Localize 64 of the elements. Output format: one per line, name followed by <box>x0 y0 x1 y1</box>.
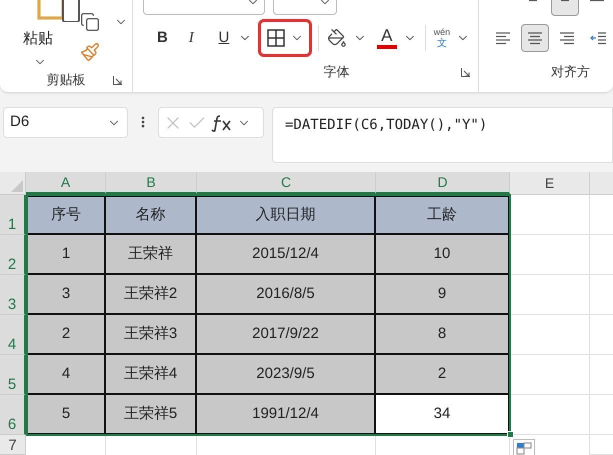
grid-cell[interactable] <box>510 235 590 275</box>
column-header[interactable]: B <box>106 172 197 194</box>
table-cell[interactable]: 名称 <box>106 195 197 235</box>
table-cell[interactable]: 4 <box>26 355 106 395</box>
table-cell[interactable]: 王荣祥3 <box>106 315 197 355</box>
copy-icon[interactable] <box>80 12 100 32</box>
font-color-button[interactable]: A <box>376 27 397 49</box>
group-label: 字体 <box>324 63 350 82</box>
phonetic-button[interactable]: wén 文 <box>434 27 450 49</box>
insert-function-icon[interactable] <box>211 114 233 132</box>
format-painter-icon[interactable] <box>80 42 100 62</box>
column-header[interactable]: C <box>197 172 376 194</box>
paste-label[interactable]: 粘贴 <box>23 28 53 50</box>
row-header[interactable]: 7 <box>0 435 26 455</box>
table-cell[interactable]: 序号 <box>26 195 106 235</box>
table-cell[interactable]: 王荣祥 <box>106 235 197 275</box>
paste-icon[interactable] <box>37 0 83 22</box>
table-cell[interactable]: 2015/12/4 <box>197 235 376 275</box>
row-header[interactable]: 6 <box>0 395 26 435</box>
table-cell[interactable]: 3 <box>26 275 106 315</box>
table-cell[interactable]: 2 <box>376 355 510 395</box>
formula-field[interactable]: =DATEDIF(C6,TODAY(),"Y") <box>272 107 613 163</box>
row-header[interactable]: 5 <box>0 355 26 395</box>
grid-cell[interactable] <box>510 355 590 395</box>
column-header[interactable]: A <box>26 172 106 194</box>
group-label: 剪贴板 <box>46 71 86 90</box>
borders-button[interactable] <box>258 19 312 57</box>
fill-color-icon[interactable] <box>327 28 347 48</box>
quick-analysis-icon[interactable] <box>513 439 535 455</box>
table-cell[interactable]: 34 <box>376 395 510 435</box>
table-cell[interactable]: 2 <box>26 315 106 355</box>
table-cell[interactable]: 5 <box>26 395 106 435</box>
table-cell[interactable]: 2016/8/5 <box>197 275 376 315</box>
dialog-launcher-icon[interactable] <box>113 76 122 84</box>
table-cell[interactable]: 工龄 <box>376 195 510 235</box>
grid-cell[interactable] <box>510 275 590 315</box>
italic-button[interactable]: I <box>188 26 212 50</box>
align-center-button[interactable] <box>521 24 549 52</box>
fill-handle[interactable] <box>507 431 514 438</box>
grid-cell[interactable] <box>510 195 590 235</box>
name-box[interactable]: D6 <box>3 107 128 138</box>
column-header[interactable]: D <box>376 172 510 194</box>
table-cell[interactable]: 9 <box>376 275 510 315</box>
row-header[interactable]: 3 <box>0 275 26 315</box>
group-label: 对齐方 <box>551 63 590 82</box>
grid-cell[interactable] <box>510 315 590 355</box>
table-cell[interactable]: 1991/12/4 <box>197 395 376 435</box>
table-cell[interactable]: 王荣祥4 <box>106 355 197 395</box>
table-cell[interactable]: 1 <box>26 235 106 275</box>
row-header[interactable]: 4 <box>0 315 26 355</box>
row-header[interactable]: 1 <box>0 195 26 235</box>
underline-button[interactable]: U <box>218 26 234 50</box>
table-cell[interactable]: 2017/9/22 <box>197 315 376 355</box>
table-cell[interactable]: 10 <box>376 235 510 275</box>
table-cell[interactable]: 王荣祥5 <box>106 395 197 435</box>
table-cell[interactable]: 2023/9/5 <box>197 355 376 395</box>
borders-icon[interactable] <box>266 28 286 48</box>
bold-button[interactable]: B <box>157 26 181 50</box>
table-cell[interactable]: 入职日期 <box>197 195 376 235</box>
table-cell[interactable]: 王荣祥2 <box>106 275 197 315</box>
row-header[interactable]: 2 <box>0 235 26 275</box>
column-header[interactable]: E <box>510 172 590 194</box>
dialog-launcher-icon[interactable] <box>461 68 470 76</box>
table-cell[interactable]: 8 <box>376 315 510 355</box>
